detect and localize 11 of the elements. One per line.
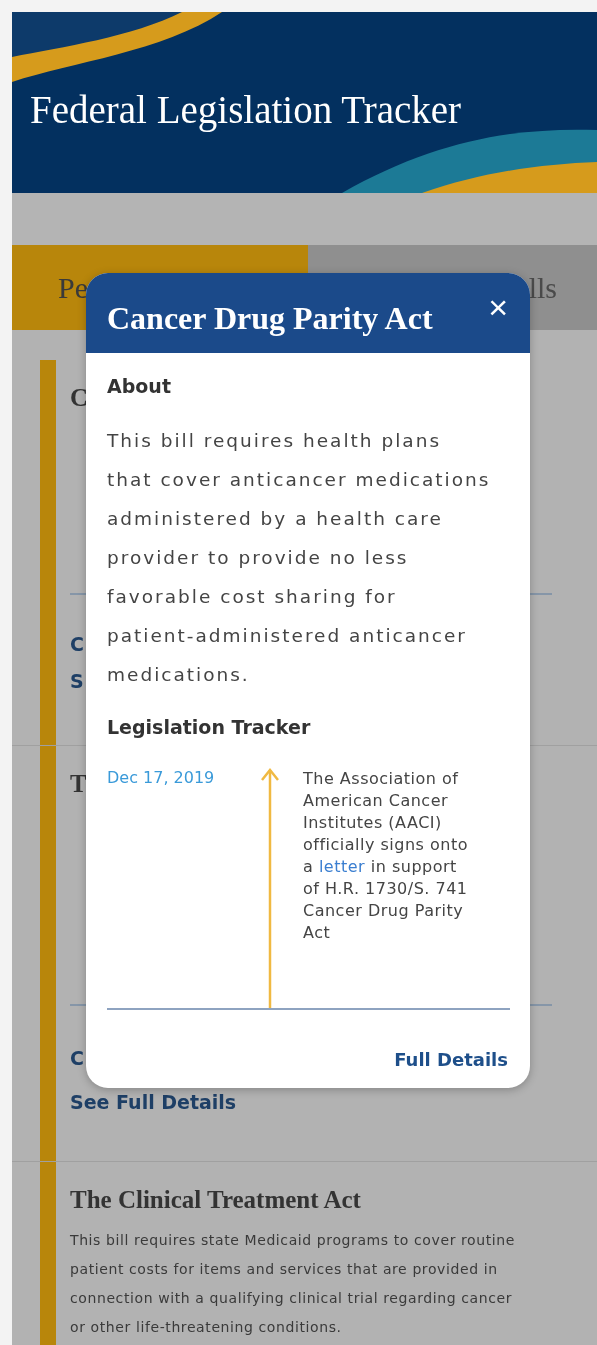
event-text: The Association of American Cancer Institutes (AACI) officially signs onto a letter in support of H.R. 1730/S. 741 Cancer Drug Parity Act — [303, 768, 469, 944]
bill-title: The Clinical Treatment Act — [70, 1185, 361, 1215]
section-heading: About — [107, 375, 172, 397]
dialog-title: Cancer Drug Parity Act — [107, 299, 433, 337]
bill-title: T — [70, 769, 87, 799]
about-text: This bill requires health plans that cover anticancer medications administered by a health care provider to provide no less favorable cost sharing for patient-administered anticancer medications. — [107, 429, 492, 687]
bill-description: This bill requires state Medicaid programs to cover routine patient costs for items and services that are provided in connection with a qualifying clinical trial regarding cancer or other life-threatening conditions. — [70, 1231, 515, 1337]
section-heading: Legislation Tracker — [107, 716, 312, 738]
bill-title: C — [70, 383, 89, 413]
page-title: Federal Legislation Tracker — [30, 87, 462, 132]
event-date: Dec 17, 2019 — [107, 767, 216, 789]
